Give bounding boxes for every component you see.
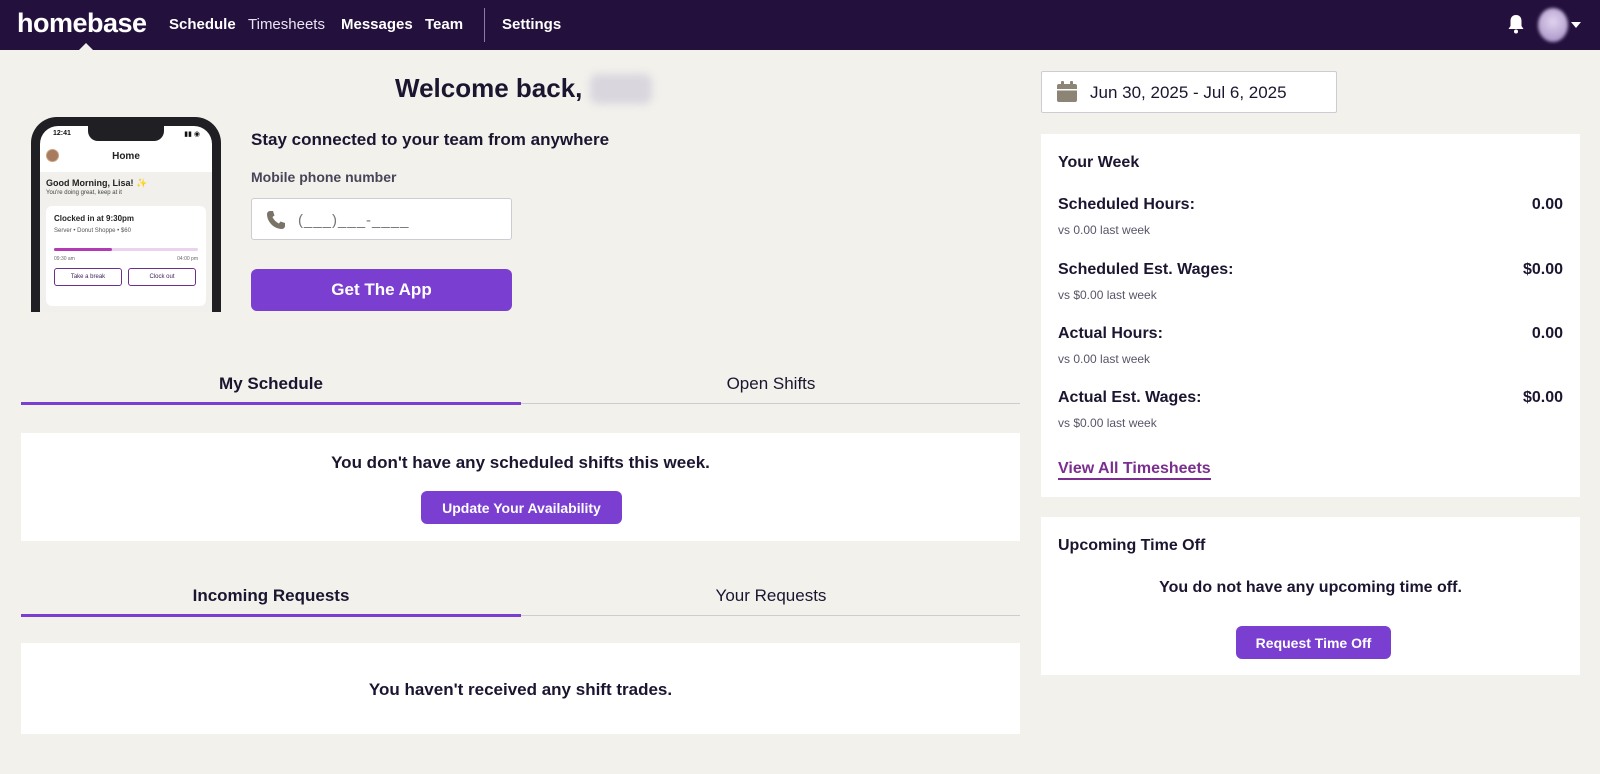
- tab-active-indicator: [21, 402, 521, 405]
- welcome-heading: Welcome back,: [395, 73, 583, 103]
- time-off-card: Upcoming Time Off You do not have any up…: [1041, 517, 1580, 675]
- your-week-card: Your Week Scheduled Hours: 0.00 vs 0.00 …: [1041, 134, 1580, 497]
- view-all-timesheets-link[interactable]: View All Timesheets: [1058, 460, 1211, 480]
- phone-break-button: Take a break: [54, 268, 122, 286]
- signal-icon: ▮▮ ◉: [184, 131, 200, 138]
- time-off-title: Upcoming Time Off: [1058, 537, 1206, 554]
- tab-incoming-requests[interactable]: Incoming Requests: [21, 586, 521, 606]
- phone-illustration: 12:41 ▮▮ ◉ Home Good Morning, Lisa! ✨ Yo…: [31, 117, 221, 312]
- phone-start-time: 09:30 am: [54, 256, 75, 262]
- tagline: Stay connected to your team from anywher…: [251, 130, 610, 149]
- stat-label: Scheduled Est. Wages:: [1058, 261, 1234, 278]
- tab-my-schedule[interactable]: My Schedule: [21, 374, 521, 394]
- request-time-off-button[interactable]: Request Time Off: [1236, 626, 1391, 659]
- tab-active-indicator: [21, 614, 521, 617]
- top-nav: homebase Schedule Timesheets Messages Te…: [0, 0, 1600, 50]
- tab-open-shifts[interactable]: Open Shifts: [521, 374, 1021, 394]
- stat-value: 0.00: [1531, 196, 1563, 213]
- calendar-icon: [1057, 81, 1077, 102]
- stat-value: $0.00: [1522, 389, 1563, 406]
- stat-comparison: vs $0.00 last week: [1058, 416, 1157, 430]
- phone-number-input[interactable]: [298, 209, 498, 231]
- your-week-title: Your Week: [1058, 154, 1140, 171]
- nav-divider: [484, 8, 485, 42]
- stat-label: Actual Est. Wages:: [1058, 389, 1202, 406]
- phone-progress-fill: [54, 248, 112, 251]
- phone-notch: [88, 126, 164, 141]
- nav-settings[interactable]: Settings: [502, 16, 561, 33]
- stat-comparison: vs 0.00 last week: [1058, 352, 1151, 366]
- stat-value: $0.00: [1522, 261, 1563, 278]
- request-tabs: Incoming Requests Your Requests: [21, 576, 1021, 617]
- phone-number-label: Mobile phone number: [251, 169, 397, 185]
- stat-label: Actual Hours:: [1058, 325, 1163, 342]
- phone-greeting: Good Morning, Lisa! ✨: [46, 178, 148, 188]
- phone-subtext: You're doing great, keep at it: [46, 190, 122, 196]
- phone-role-text: Server • Donut Shoppe • $60: [54, 228, 131, 234]
- stat-label: Scheduled Hours:: [1058, 196, 1195, 213]
- stat-comparison: vs $0.00 last week: [1058, 288, 1157, 302]
- phone-clocked-text: Clocked in at 9:30pm: [54, 214, 135, 223]
- phone-time: 12:41: [53, 130, 71, 137]
- nav-schedule[interactable]: Schedule: [169, 16, 236, 33]
- homebase-logo[interactable]: homebase: [17, 8, 147, 39]
- no-trades-message: You haven't received any shift trades.: [368, 680, 673, 699]
- requests-panel: You haven't received any shift trades.: [21, 643, 1020, 734]
- update-availability-button[interactable]: Update Your Availability: [421, 491, 622, 524]
- no-time-off-message: You do not have any upcoming time off.: [1159, 579, 1462, 596]
- active-indicator: [79, 43, 93, 50]
- schedule-panel: You don't have any scheduled shifts this…: [21, 433, 1020, 541]
- nav-timesheets[interactable]: Timesheets: [248, 16, 325, 33]
- phone-clockout-button: Clock out: [128, 268, 196, 286]
- stat-comparison: vs 0.00 last week: [1058, 223, 1151, 237]
- avatar[interactable]: [1538, 8, 1568, 42]
- phone-clock-card: Clocked in at 9:30pm Server • Donut Shop…: [46, 206, 206, 306]
- phone-progress-bar: [54, 248, 198, 251]
- no-shifts-message: You don't have any scheduled shifts this…: [331, 453, 710, 472]
- phone-title: Home: [112, 151, 140, 162]
- phone-end-time: 04:00 pm: [177, 256, 198, 262]
- date-range-picker[interactable]: Jun 30, 2025 - Jul 6, 2025: [1041, 71, 1337, 113]
- phone-number-field[interactable]: [251, 198, 512, 240]
- schedule-tabs: My Schedule Open Shifts: [21, 364, 1021, 405]
- get-the-app-button[interactable]: Get The App: [251, 269, 512, 311]
- chevron-down-icon[interactable]: [1571, 22, 1581, 28]
- tab-your-requests[interactable]: Your Requests: [521, 586, 1021, 606]
- phone-screen: 12:41 ▮▮ ◉ Home Good Morning, Lisa! ✨ Yo…: [40, 126, 212, 312]
- date-range-text: Jun 30, 2025 - Jul 6, 2025: [1090, 83, 1287, 102]
- stat-value: 0.00: [1531, 325, 1563, 342]
- phone-icon: [267, 211, 285, 229]
- nav-team[interactable]: Team: [425, 16, 463, 33]
- user-name-blurred: [590, 74, 652, 104]
- bell-icon[interactable]: [1507, 14, 1525, 34]
- nav-messages[interactable]: Messages: [341, 16, 413, 33]
